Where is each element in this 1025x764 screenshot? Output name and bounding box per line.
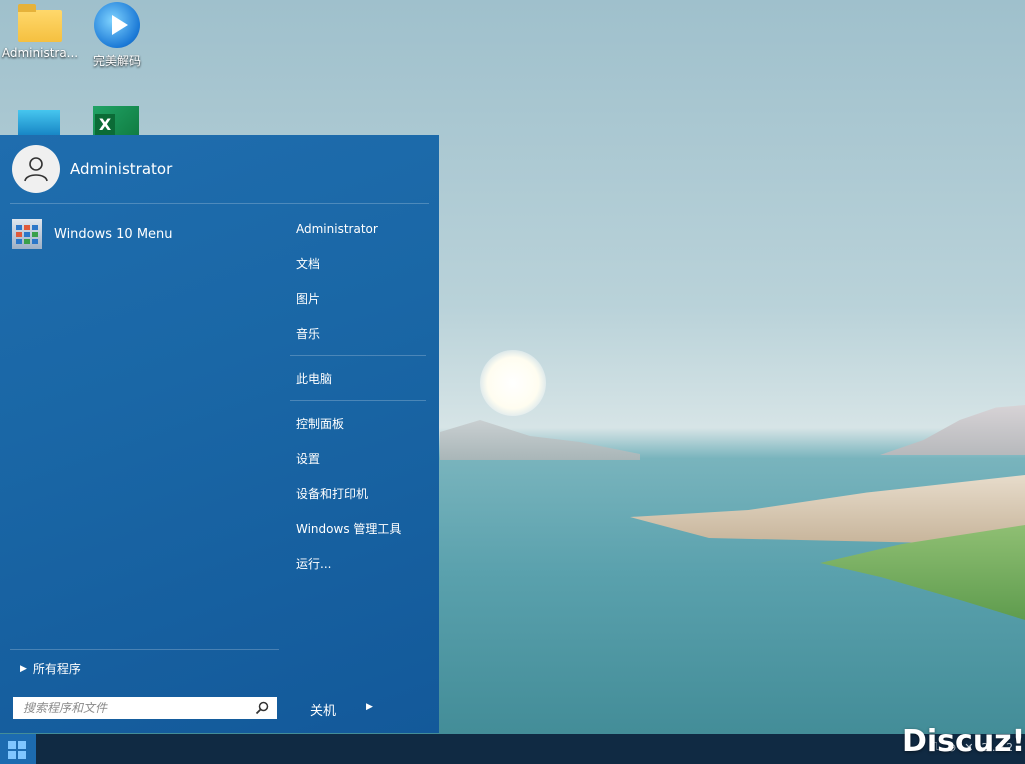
- excel-icon[interactable]: X: [93, 106, 139, 136]
- search-input[interactable]: [21, 700, 245, 716]
- divider: [290, 400, 426, 401]
- divider: [10, 649, 279, 650]
- right-item-pictures[interactable]: 图片: [290, 285, 426, 320]
- shutdown-button[interactable]: 关机: [310, 700, 336, 719]
- user-name: Administrator: [70, 160, 173, 178]
- avatar: [12, 145, 60, 193]
- desktop-icon-label: 完美解码: [92, 54, 141, 68]
- desktop-icon-media-player[interactable]: 完美解码: [77, 2, 157, 69]
- sun: [480, 350, 546, 416]
- pinned-item-label: Windows 10 Menu: [54, 226, 173, 242]
- monitor-icon[interactable]: [18, 110, 60, 136]
- caret-right-icon: ▶: [20, 663, 27, 674]
- right-item-this-pc[interactable]: 此电脑: [290, 365, 426, 400]
- right-item-settings[interactable]: 设置: [290, 445, 426, 480]
- start-button[interactable]: [0, 734, 36, 764]
- right-item-control-panel[interactable]: 控制面板: [290, 410, 426, 445]
- divider: [290, 355, 426, 356]
- taskbar: ⎍ ⊕ ✕ 2...12: [0, 734, 1025, 764]
- right-item-devices-printers[interactable]: 设备和打印机: [290, 480, 426, 515]
- user-icon: [24, 157, 48, 182]
- watermark-discuz: Discuz!: [902, 724, 1025, 759]
- search-box: [13, 697, 277, 719]
- search-icon[interactable]: [255, 701, 269, 715]
- right-item-admin-tools[interactable]: Windows 管理工具: [290, 515, 426, 550]
- right-item-administrator[interactable]: Administrator: [290, 215, 426, 250]
- hills-right: [880, 405, 1025, 455]
- hills-left: [440, 420, 640, 460]
- desktop-icon-label: Administra...: [1, 46, 79, 60]
- right-item-music[interactable]: 音乐: [290, 320, 426, 355]
- shutdown-options-icon[interactable]: ▶: [366, 702, 373, 712]
- divider: [10, 203, 429, 204]
- start-menu-right-list: Administrator 文档 图片 音乐 此电脑 控制面板 设置 设备和打印…: [290, 215, 426, 585]
- pinned-item-windows-10-menu[interactable]: Windows 10 Menu: [12, 219, 173, 249]
- right-item-documents[interactable]: 文档: [290, 250, 426, 285]
- all-programs-button[interactable]: ▶ 所有程序: [20, 660, 81, 677]
- right-item-run[interactable]: 运行...: [290, 550, 426, 585]
- desktop-icon-administrator[interactable]: Administra...: [0, 4, 80, 60]
- user-profile[interactable]: Administrator: [12, 145, 172, 193]
- start-menu: Administrator Windows 10 Menu Administra…: [0, 135, 439, 733]
- all-programs-label: 所有程序: [32, 662, 81, 676]
- windows-10-menu-icon: [12, 219, 42, 249]
- media-player-icon: [94, 2, 140, 48]
- folder-icon: [18, 4, 62, 42]
